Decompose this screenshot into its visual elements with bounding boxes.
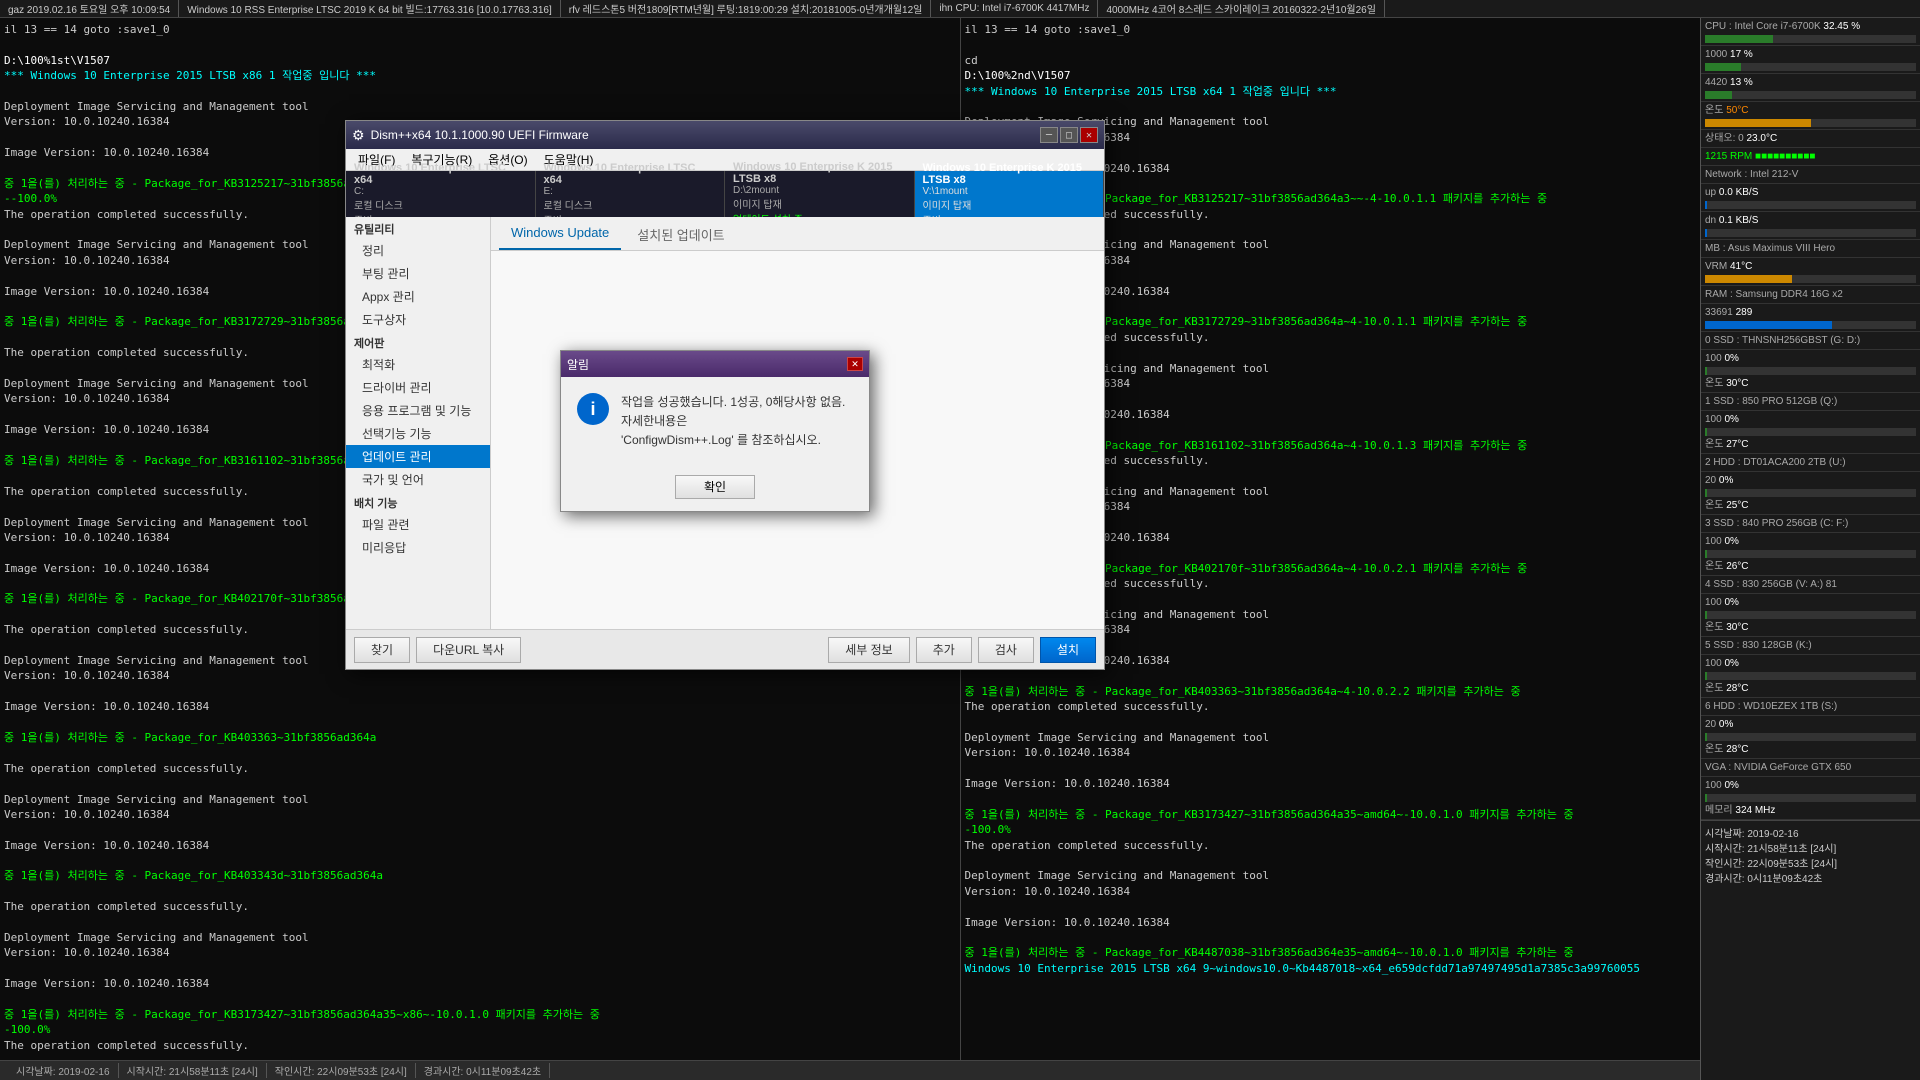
fan-speed: 1215 RPM ■■■■■■■■■■ [1701, 148, 1920, 166]
network-up: up 0.0 KB/S [1701, 184, 1920, 212]
status-gaz: gaz 2019.02.16 토요일 오후 10:09:54 [0, 0, 179, 17]
drive-tab-3[interactable]: Windows 10 Enterprise K 2015 LTSB x8 V:\… [915, 171, 1105, 217]
drive-tab-1[interactable]: Windows 10 Enterprise LTSC x64 E: 로컬 디스크… [536, 171, 726, 217]
cpu-temp: 온도 50°C [1701, 102, 1920, 130]
maximize-button[interactable]: □ [1060, 127, 1078, 143]
system-monitor-panel: CPU : Intel Core i7-6700K 32.45 % 1000 1… [1700, 18, 1920, 1080]
alert-ok-button[interactable]: 확인 [675, 475, 755, 499]
dism-bottom-toolbar: 찾기 다운URL 복사 세부 정보 추가 검사 설치 [346, 629, 1104, 669]
sidebar-item-appx[interactable]: Appx 관리 [346, 285, 490, 308]
drive-tab-2[interactable]: Windows 10 Enterprise K 2015 LTSB x8 D:\… [725, 171, 915, 217]
add-button[interactable]: 추가 [916, 637, 972, 663]
ssd5-usage: 100 0% 온도 28°C [1701, 655, 1920, 698]
network-label: Network : Intel 212-V [1701, 166, 1920, 184]
network-dn: dn 0.1 KB/S [1701, 212, 1920, 240]
sidebar-item-cleanup[interactable]: 정리 [346, 239, 490, 262]
vrm-temp: VRM 41°C [1701, 258, 1920, 286]
ram-label: RAM : Samsung DDR4 16G x2 [1701, 286, 1920, 304]
alert-info-icon: i [577, 393, 609, 425]
cpu-freq-2: 4420 13 % [1701, 74, 1920, 102]
sidebar-item-unattend[interactable]: 미리응답 [346, 536, 490, 559]
vga-label: VGA : NVIDIA GeForce GTX 650 [1701, 759, 1920, 777]
sidebar-item-locale[interactable]: 국가 및 언어 [346, 468, 490, 491]
check-button[interactable]: 검사 [978, 637, 1034, 663]
titlebar-controls: ─ □ ✕ [1040, 127, 1098, 143]
bottom-elapsed: 작인시간: 22시09분53초 [24시] [267, 1063, 416, 1078]
hdd6-usage: 20 0% 온도 28°C [1701, 716, 1920, 759]
alert-body: i 작업을 성공했습니다. 1성공, 0해당사항 없음. 자세한내용은 'Con… [561, 377, 869, 467]
drive-tab-0[interactable]: Windows 10 Enterprise LTSC x64 C: 로컬 디스크… [346, 171, 536, 217]
details-button[interactable]: 세부 정보 [828, 637, 910, 663]
ssd3-label: 3 SSD : 840 PRO 256GB (C: F:) [1701, 515, 1920, 533]
sidebar-item-apps[interactable]: 응용 프로그램 및 기능 [346, 399, 490, 422]
ssd3-usage: 100 0% 온도 26°C [1701, 533, 1920, 576]
dism-title: ⚙ Dism++x64 10.1.1000.90 UEFI Firmware [352, 127, 589, 144]
sidebar-section-batch: 배치 기능 [346, 491, 490, 513]
cpu-label: CPU : Intel Core i7-6700K 32.45 % [1701, 18, 1920, 46]
close-button[interactable]: ✕ [1080, 127, 1098, 143]
status-rfv: rfv 레드스톤5 버전1809[RTM년월] 루팅:1819:00:29 설치… [561, 0, 932, 17]
sidebar-item-file[interactable]: 파일 관련 [346, 513, 490, 536]
sidebar-item-boot[interactable]: 부팅 관리 [346, 262, 490, 285]
vga-usage: 100 0% 메모리 324 MHz [1701, 777, 1920, 820]
top-statusbar: gaz 2019.02.16 토요일 오후 10:09:54 Windows 1… [0, 0, 1920, 18]
cpu-state: 상태오: 0 23.0°C [1701, 130, 1920, 148]
hdd2-usage: 20 0% 온도 25°C [1701, 472, 1920, 515]
dism-content-tabs: Windows Update 설치된 업데이트 [491, 217, 1104, 251]
minimize-button[interactable]: ─ [1040, 127, 1058, 143]
ssd0-usage: 100 0% 온도 30°C [1701, 350, 1920, 393]
bottom-result: 경과시간: 0시11분09초42초 [416, 1063, 550, 1078]
ssd4-label: 4 SSD : 830 256GB (V: A:) 81 [1701, 576, 1920, 594]
hdd6-label: 6 HDD : WD10EZEX 1TB (S:) [1701, 698, 1920, 716]
t1: il 13 == 14 goto :save1_0 [4, 22, 956, 37]
bottom-statusbar: 시각날짜: 2019-02-16 시작시간: 21시58분11초 [24시] 작… [0, 1060, 1700, 1080]
bottom-date: 시각날짜: 2019-02-16 [8, 1063, 119, 1078]
mb-label: MB : Asus Maximus VIII Hero [1701, 240, 1920, 258]
install-button[interactable]: 설치 [1040, 637, 1096, 663]
alert-title: 알림 [567, 356, 589, 373]
ssd1-label: 1 SSD : 850 PRO 512GB (Q:) [1701, 393, 1920, 411]
alert-titlebar: 알림 ✕ [561, 351, 869, 377]
status-cpu: ihn CPU: Intel i7-6700K 4417MHz [931, 0, 1098, 17]
ssd5-label: 5 SSD : 830 128GB (K:) [1701, 637, 1920, 655]
tab-installed-updates[interactable]: 설치된 업데이트 [625, 221, 736, 250]
sidebar-item-optimize[interactable]: 최적화 [346, 353, 490, 376]
sidebar-section-utility: 유틸리티 [346, 217, 490, 239]
sidebar-item-tools[interactable]: 도구상자 [346, 308, 490, 331]
ssd4-usage: 100 0% 온도 30°C [1701, 594, 1920, 637]
ram-used: 33691 289 [1701, 304, 1920, 332]
sidebar-section-control: 제어판 [346, 331, 490, 353]
find-button[interactable]: 찾기 [354, 637, 410, 663]
status-windows: Windows 10 RSS Enterprise LTSC 2019 K 64… [179, 0, 561, 17]
monitor-footer: 시각날짜: 2019-02-16 시작시간: 21시58분11초 [24시] 작… [1701, 820, 1920, 889]
dism-titlebar: ⚙ Dism++x64 10.1.1000.90 UEFI Firmware ─… [346, 121, 1104, 149]
alert-dialog: 알림 ✕ i 작업을 성공했습니다. 1성공, 0해당사항 없음. 자세한내용은… [560, 350, 870, 512]
hdd2-label: 2 HDD : DT01ACA200 2TB (U:) [1701, 454, 1920, 472]
alert-close-button[interactable]: ✕ [847, 357, 863, 371]
ssd0-label: 0 SSD : THNSNH256GBST (G: D:) [1701, 332, 1920, 350]
status-cpu-detail: 4000MHz 4코어 8스레드 스카이레이크 20160322-2년10월26… [1098, 0, 1384, 17]
ssd1-usage: 100 0% 온도 27°C [1701, 411, 1920, 454]
dism-sidebar: 유틸리티 정리 부팅 관리 Appx 관리 도구상자 제어판 최적화 드라이버 … [346, 217, 491, 629]
sidebar-item-update[interactable]: 업데이트 관리 [346, 445, 490, 468]
sidebar-item-features[interactable]: 선택기능 기능 [346, 422, 490, 445]
copy-url-button[interactable]: 다운URL 복사 [416, 637, 521, 663]
drive-tabbar: Windows 10 Enterprise LTSC x64 C: 로컬 디스크… [346, 171, 1104, 217]
alert-message: 작업을 성공했습니다. 1성공, 0해당사항 없음. 자세한내용은 'Confi… [621, 393, 853, 451]
cpu-freq-1: 1000 17 % [1701, 46, 1920, 74]
alert-footer: 확인 [561, 467, 869, 511]
tab-windows-update[interactable]: Windows Update [499, 221, 621, 250]
sidebar-item-driver[interactable]: 드라이버 관리 [346, 376, 490, 399]
bottom-start: 시작시간: 21시58분11초 [24시] [119, 1063, 267, 1078]
